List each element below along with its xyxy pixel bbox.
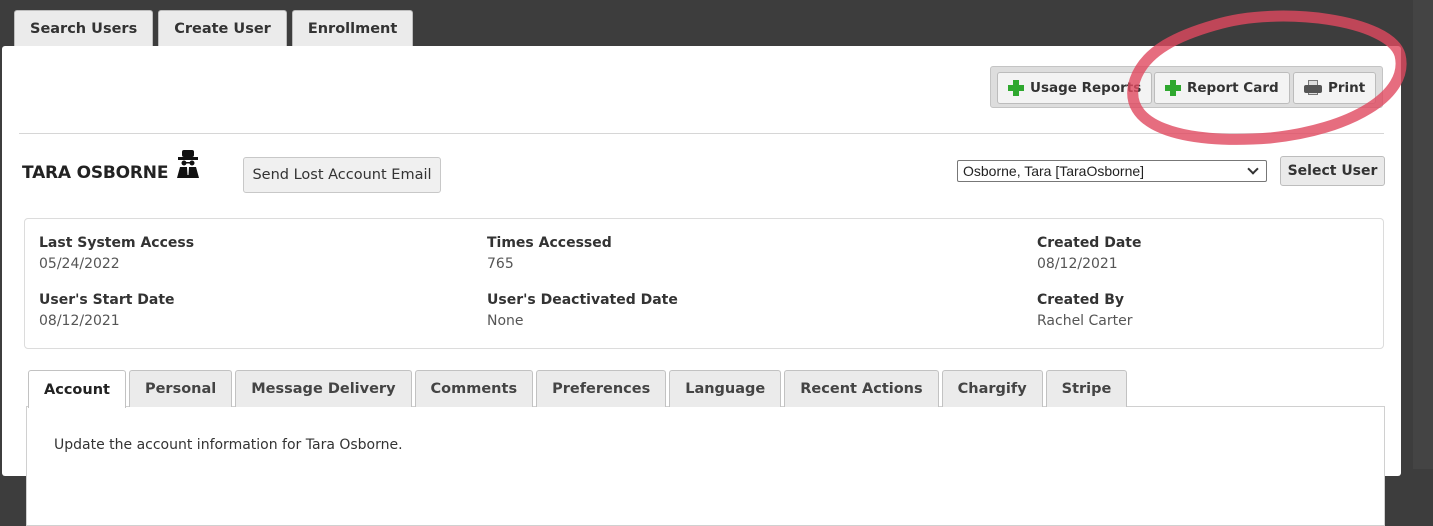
times-accessed-value: 765 [487, 256, 514, 272]
tab-personal[interactable]: Personal [128, 370, 233, 407]
user-select-dropdown[interactable]: Osborne, Tara [TaraOsborne] [957, 160, 1267, 182]
print-button[interactable]: Print [1293, 72, 1377, 104]
last-access-cell: Last System Access 05/24/2022 [39, 235, 194, 272]
tab-message-delivery[interactable]: Message Delivery [235, 370, 412, 407]
created-by-cell: Created By Rachel Carter [1037, 292, 1133, 329]
usage-reports-button[interactable]: Usage Reports [997, 72, 1153, 104]
account-tab-content: Update the account information for Tara … [26, 406, 1385, 526]
send-lost-account-email-button[interactable]: Send Lost Account Email [243, 157, 441, 193]
tab-create-user[interactable]: Create User [158, 10, 287, 47]
print-label: Print [1328, 80, 1366, 96]
tab-enrollment[interactable]: Enrollment [291, 10, 414, 47]
deactivated-date-label: User's Deactivated Date [487, 292, 678, 308]
tab-chargify[interactable]: Chargify [941, 370, 1043, 407]
tab-stripe[interactable]: Stripe [1045, 370, 1128, 407]
start-date-value: 08/12/2021 [39, 313, 120, 329]
printer-icon [1304, 80, 1322, 96]
user-name-heading: TARA OSBORNE [22, 163, 169, 183]
tab-search-users[interactable]: Search Users [14, 10, 154, 47]
tab-recent-actions[interactable]: Recent Actions [784, 370, 939, 407]
plus-icon [1165, 80, 1181, 96]
spy-icon [177, 150, 199, 178]
report-card-button[interactable]: Report Card [1154, 72, 1290, 104]
report-toolbar: Usage Reports Report Card Print [990, 66, 1383, 108]
start-date-cell: User's Start Date 08/12/2021 [39, 292, 175, 329]
divider [19, 133, 1384, 134]
plus-icon [1008, 80, 1024, 96]
created-by-value: Rachel Carter [1037, 313, 1133, 329]
user-select-value: Osborne, Tara [TaraOsborne] [963, 163, 1145, 179]
times-accessed-label: Times Accessed [487, 235, 612, 251]
created-date-value: 08/12/2021 [1037, 256, 1118, 272]
usage-reports-label: Usage Reports [1030, 80, 1142, 96]
created-date-label: Created Date [1037, 235, 1142, 251]
last-access-value: 05/24/2022 [39, 256, 120, 272]
chevron-down-icon [1247, 163, 1259, 175]
deactivated-date-cell: User's Deactivated Date None [487, 292, 678, 329]
scrollbar-gutter [1413, 0, 1433, 469]
tab-language[interactable]: Language [669, 370, 782, 407]
tab-comments[interactable]: Comments [414, 370, 534, 407]
select-user-button[interactable]: Select User [1280, 156, 1385, 186]
created-by-label: Created By [1037, 292, 1125, 308]
account-description: Update the account information for Tara … [54, 437, 403, 453]
start-date-label: User's Start Date [39, 292, 175, 308]
main-panel: Usage Reports Report Card Print TARA OSB… [2, 46, 1401, 526]
created-date-cell: Created Date 08/12/2021 [1037, 235, 1141, 272]
last-access-label: Last System Access [39, 235, 195, 251]
user-detail-tabs: Account Personal Message Delivery Commen… [28, 370, 1128, 408]
times-accessed-cell: Times Accessed 765 [487, 235, 612, 272]
deactivated-date-value: None [487, 313, 524, 329]
tab-account[interactable]: Account [28, 370, 126, 408]
user-info-box: Last System Access 05/24/2022 Times Acce… [24, 218, 1384, 349]
tab-preferences[interactable]: Preferences [536, 370, 667, 407]
report-card-label: Report Card [1187, 80, 1279, 96]
top-tabs: Search Users Create User Enrollment [14, 10, 414, 47]
